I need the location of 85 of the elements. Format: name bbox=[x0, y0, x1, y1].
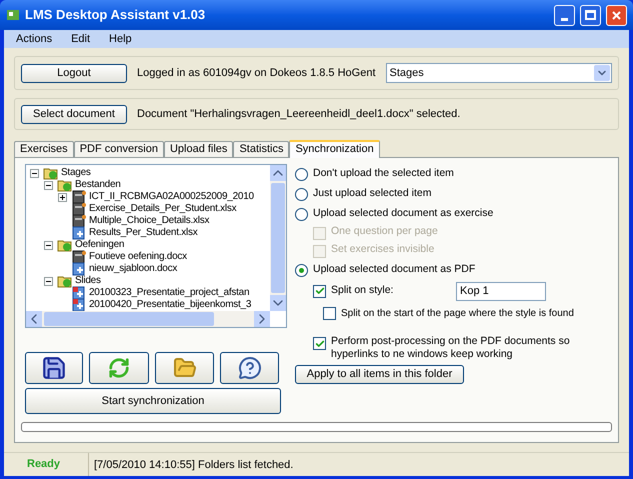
option-label: Just upload selected item bbox=[313, 186, 432, 202]
radio-button[interactable] bbox=[295, 168, 308, 180]
menu-item[interactable]: Help bbox=[109, 30, 132, 48]
app-icon bbox=[6, 8, 20, 22]
help-icon bbox=[238, 356, 262, 380]
collapse-toggle[interactable] bbox=[30, 168, 39, 178]
tab[interactable]: Synchronization bbox=[289, 140, 380, 158]
collapse-toggle[interactable] bbox=[44, 240, 53, 250]
vertical-scrollbar[interactable] bbox=[270, 165, 286, 311]
checkbox[interactable] bbox=[313, 284, 326, 298]
save-button[interactable] bbox=[25, 352, 83, 384]
start-synchronization-button[interactable]: Start synchronization bbox=[25, 388, 281, 414]
scrollbar-thumb[interactable] bbox=[44, 312, 214, 326]
expand-toggle[interactable] bbox=[58, 192, 67, 202]
refresh-button[interactable] bbox=[89, 352, 149, 384]
scroll-left-icon bbox=[26, 311, 42, 327]
course-dropdown[interactable]: Stages bbox=[386, 63, 612, 83]
radio-button[interactable] bbox=[295, 264, 308, 276]
document-icon bbox=[71, 286, 87, 300]
collapse-toggle[interactable] bbox=[44, 180, 53, 190]
select-document-button[interactable]: Select document bbox=[21, 104, 127, 124]
status-state: Ready bbox=[26, 457, 62, 472]
tree-item[interactable]: nieuw_sjabloon.docx bbox=[89, 263, 178, 275]
tree-item[interactable]: 20100323_Presentatie_project_afstan bbox=[89, 287, 250, 299]
scroll-down-icon bbox=[270, 295, 286, 311]
checkbox[interactable] bbox=[313, 337, 326, 350]
option-label: Don't upload the selected item bbox=[313, 166, 454, 182]
document-icon bbox=[71, 298, 87, 311]
radio-button[interactable] bbox=[295, 208, 308, 220]
document-icon bbox=[71, 202, 87, 216]
menu-item[interactable]: Actions bbox=[16, 30, 52, 48]
logout-button[interactable]: Logout bbox=[21, 64, 127, 82]
close-button[interactable] bbox=[606, 4, 627, 26]
document-icon bbox=[71, 214, 87, 228]
tab[interactable]: Statistics bbox=[233, 141, 290, 157]
radio-button[interactable] bbox=[295, 188, 308, 200]
tree-item[interactable]: 20100420_Presentatie_bijeenkomst_3 bbox=[89, 299, 252, 311]
folder-icon bbox=[57, 178, 73, 192]
option-label: One question per page bbox=[331, 225, 438, 238]
tree-item[interactable]: Oefeningen bbox=[75, 239, 124, 251]
horizontal-scrollbar[interactable] bbox=[26, 311, 270, 327]
status-message: [7/05/2010 14:10:55] Folders list fetched. bbox=[88, 453, 629, 476]
window-title: LMS Desktop Assistant v1.03 bbox=[25, 6, 206, 24]
option-label: Upload selected document as PDF bbox=[313, 262, 476, 278]
document-icon bbox=[71, 250, 87, 264]
scroll-up-icon bbox=[270, 165, 286, 181]
tree-item[interactable]: Stages bbox=[61, 167, 91, 179]
tab[interactable]: Exercises bbox=[14, 141, 74, 157]
option-label: Perform post-processing on the PDF documents so hyperlinks to ne windows keep working bbox=[331, 335, 571, 361]
login-status: Logged in as 601094gv on Dokeos 1.8.5 HoGent bbox=[137, 66, 376, 81]
option-label: Set exercises invisible bbox=[331, 243, 434, 256]
maximize-button[interactable] bbox=[580, 4, 601, 26]
close-icon bbox=[611, 10, 622, 20]
folder-icon bbox=[57, 274, 73, 288]
collapse-toggle[interactable] bbox=[44, 276, 53, 286]
tree-item[interactable]: Foutieve oefening.docx bbox=[89, 251, 187, 263]
help-button[interactable] bbox=[220, 352, 279, 384]
tab[interactable]: Upload files bbox=[164, 141, 234, 157]
apply-to-all-button[interactable]: Apply to all items in this folder bbox=[295, 365, 464, 384]
plus-icon bbox=[59, 194, 66, 200]
scroll-right-icon bbox=[254, 311, 270, 327]
tree-item[interactable]: Multiple_Choice_Details.xlsx bbox=[89, 215, 210, 227]
menu-item[interactable]: Edit bbox=[71, 30, 90, 48]
tree-item[interactable]: ICT_II_RCBMGA02A000252009_2010 bbox=[89, 191, 254, 203]
tab[interactable]: PDF conversion bbox=[74, 141, 164, 157]
folder-icon bbox=[43, 166, 59, 180]
document-icon bbox=[71, 190, 87, 204]
document-status: Document "Herhalingsvragen_Leereenheidl_deel1.docx" selected. bbox=[137, 106, 460, 122]
tree-item[interactable]: Exercise_Details_Per_Student.xlsx bbox=[89, 203, 236, 215]
document-icon bbox=[71, 262, 87, 276]
document-icon bbox=[71, 226, 87, 240]
checkbox[interactable] bbox=[323, 306, 336, 320]
refresh-icon bbox=[108, 357, 130, 379]
style-field[interactable]: Kop 1 bbox=[456, 282, 546, 300]
minimize-button[interactable] bbox=[554, 4, 575, 26]
folder-icon bbox=[172, 356, 196, 380]
folder-icon bbox=[57, 238, 73, 252]
tree-item[interactable]: Bestanden bbox=[75, 179, 121, 191]
option-label: Split on style: bbox=[331, 283, 394, 298]
option-label: Upload selected document as exercise bbox=[313, 206, 494, 222]
option-label: Split on the start of the page where the style is found bbox=[341, 306, 574, 320]
tree-item[interactable]: Slides bbox=[75, 275, 101, 287]
open-folder-button[interactable] bbox=[155, 352, 214, 384]
tree-item[interactable]: Results_Per_Student.xlsx bbox=[89, 227, 198, 239]
scrollbar-thumb[interactable] bbox=[271, 183, 285, 293]
